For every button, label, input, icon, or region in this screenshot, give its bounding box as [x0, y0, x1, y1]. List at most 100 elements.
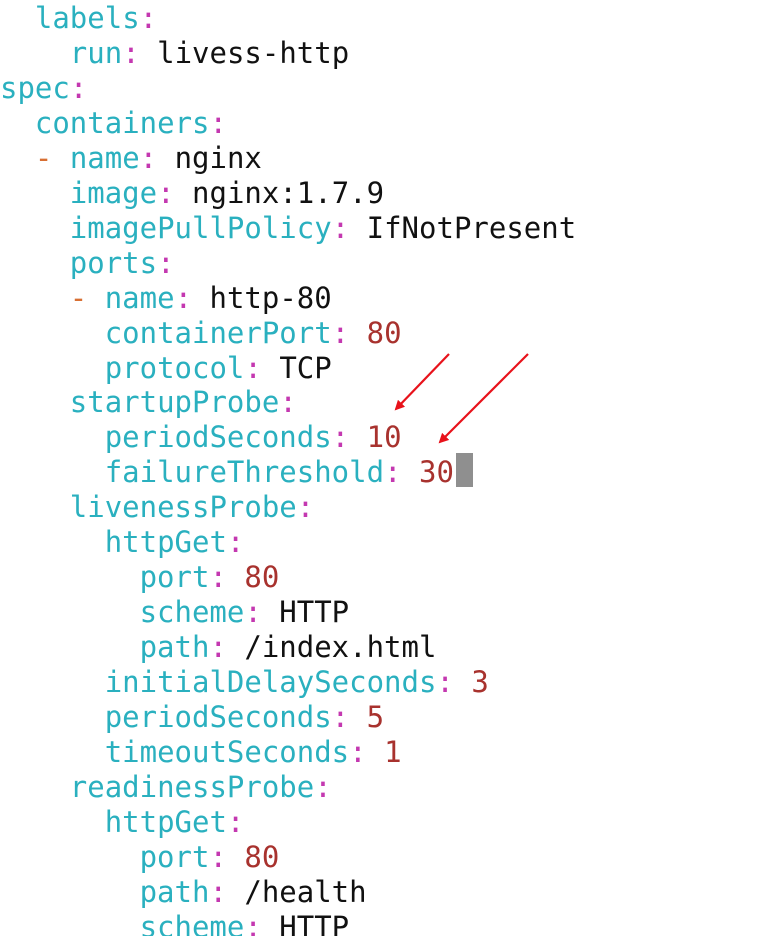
- yaml-value: nginx:1.7.9: [192, 175, 385, 210]
- yaml-key: spec: [0, 70, 70, 105]
- yaml-value: http-80: [209, 280, 332, 315]
- code-line[interactable]: ports:: [70, 246, 175, 281]
- yaml-key: startupProbe: [69, 385, 280, 420]
- yaml-key: livenessProbe: [69, 490, 297, 525]
- key-colon: :: [139, 140, 158, 175]
- key-colon: :: [331, 315, 350, 350]
- yaml-value: /index.html: [244, 630, 437, 665]
- code-line[interactable]: labels:: [35, 1, 157, 36]
- key-colon: :: [349, 734, 367, 769]
- code-line[interactable]: protocol: TCP: [105, 351, 332, 386]
- key-colon: :: [296, 490, 315, 525]
- key-colon: :: [314, 769, 332, 804]
- yaml-editor[interactable]: labels: run: livess-http spec: containers: -…: [0, 0, 776, 936]
- code-line[interactable]: initialDelaySeconds: 3: [105, 665, 489, 700]
- text-cursor: [456, 453, 473, 487]
- yaml-value: livess-http: [157, 35, 350, 70]
- yaml-key: periodSeconds: [104, 420, 332, 455]
- code-line[interactable]: timeoutSeconds: 1: [105, 735, 402, 770]
- key-colon: :: [209, 874, 227, 909]
- yaml-key: initialDelaySeconds: [104, 665, 437, 700]
- yaml-key: containerPort: [104, 315, 332, 350]
- yaml-key: containers: [34, 105, 210, 140]
- yaml-value: 3: [471, 665, 489, 700]
- yaml-key: path: [139, 630, 210, 665]
- yaml-value: 30: [418, 455, 454, 490]
- list-dash: -: [34, 140, 70, 175]
- yaml-value: nginx: [174, 140, 262, 175]
- code-line[interactable]: failureThreshold: 30: [105, 455, 454, 490]
- yaml-key: name: [69, 140, 140, 175]
- yaml-key: periodSeconds: [104, 700, 332, 734]
- key-colon: :: [209, 105, 227, 140]
- yaml-key: httpGet: [104, 804, 227, 839]
- key-colon: :: [331, 420, 350, 455]
- yaml-value: 80: [244, 560, 280, 595]
- list-dash: -: [69, 280, 105, 315]
- yaml-key: failureThreshold: [104, 455, 385, 490]
- yaml-key: httpGet: [104, 525, 227, 560]
- yaml-key: image: [69, 175, 158, 210]
- yaml-key: protocol: [104, 350, 245, 385]
- code-line[interactable]: image: nginx:1.7.9: [70, 176, 384, 211]
- key-colon: :: [209, 839, 227, 874]
- key-colon: :: [331, 700, 350, 734]
- yaml-value: 80: [366, 315, 402, 350]
- key-colon: :: [226, 525, 245, 560]
- code-line[interactable]: - name: nginx: [35, 141, 262, 176]
- yaml-key: ports: [69, 245, 158, 280]
- code-line[interactable]: scheme: HTTP: [140, 910, 350, 936]
- yaml-key: imagePullPolicy: [69, 210, 332, 245]
- code-line[interactable]: periodSeconds: 10: [105, 420, 402, 455]
- key-colon: :: [244, 595, 262, 630]
- yaml-key: port: [139, 839, 210, 874]
- code-line[interactable]: imagePullPolicy: IfNotPresent: [70, 211, 576, 246]
- key-colon: :: [157, 245, 175, 280]
- yaml-key: readinessProbe: [69, 769, 315, 804]
- code-line[interactable]: path: /health: [140, 875, 367, 910]
- yaml-key: run: [69, 35, 123, 70]
- code-line[interactable]: path: /index.html: [140, 630, 437, 665]
- key-colon: :: [331, 210, 350, 245]
- code-line[interactable]: scheme: HTTP: [140, 595, 350, 630]
- code-line[interactable]: run: livess-http: [70, 36, 349, 71]
- code-line[interactable]: port: 80: [140, 840, 280, 875]
- key-colon: :: [174, 280, 193, 315]
- key-colon: :: [157, 175, 175, 210]
- yaml-value: HTTP: [279, 909, 350, 936]
- yaml-key: scheme: [139, 909, 245, 936]
- code-line[interactable]: startupProbe:: [70, 385, 297, 420]
- code-line[interactable]: containers:: [35, 106, 227, 141]
- code-line[interactable]: readinessProbe:: [70, 770, 332, 805]
- code-line[interactable]: - name: http-80: [70, 281, 332, 316]
- yaml-key: name: [104, 280, 175, 315]
- code-line[interactable]: periodSeconds: 5: [105, 700, 384, 735]
- yaml-value: HTTP: [279, 595, 350, 630]
- code-line[interactable]: livenessProbe:: [70, 490, 314, 525]
- code-line[interactable]: httpGet:: [105, 805, 245, 840]
- yaml-value: 80: [244, 839, 280, 874]
- yaml-value: IfNotPresent: [366, 210, 577, 245]
- yaml-value: 1: [384, 734, 402, 769]
- key-colon: :: [209, 560, 227, 595]
- yaml-key: timeoutSeconds: [104, 734, 350, 769]
- yaml-key: labels: [34, 1, 140, 35]
- yaml-value: /health: [244, 874, 367, 909]
- key-colon: :: [139, 1, 158, 35]
- key-colon: :: [226, 804, 245, 839]
- yaml-key: scheme: [139, 595, 245, 630]
- key-colon: :: [69, 70, 88, 105]
- yaml-key: path: [139, 874, 210, 909]
- key-colon: :: [436, 665, 454, 700]
- code-line[interactable]: port: 80: [140, 560, 280, 595]
- key-colon: :: [209, 630, 227, 665]
- key-colon: :: [384, 455, 402, 490]
- yaml-value: 5: [366, 700, 385, 734]
- yaml-value: TCP: [279, 350, 332, 385]
- yaml-key: port: [139, 560, 210, 595]
- code-line[interactable]: containerPort: 80: [105, 316, 402, 351]
- code-line[interactable]: httpGet:: [105, 525, 245, 560]
- code-line[interactable]: spec:: [0, 71, 87, 106]
- key-colon: :: [279, 385, 297, 420]
- yaml-value: 10: [366, 420, 402, 455]
